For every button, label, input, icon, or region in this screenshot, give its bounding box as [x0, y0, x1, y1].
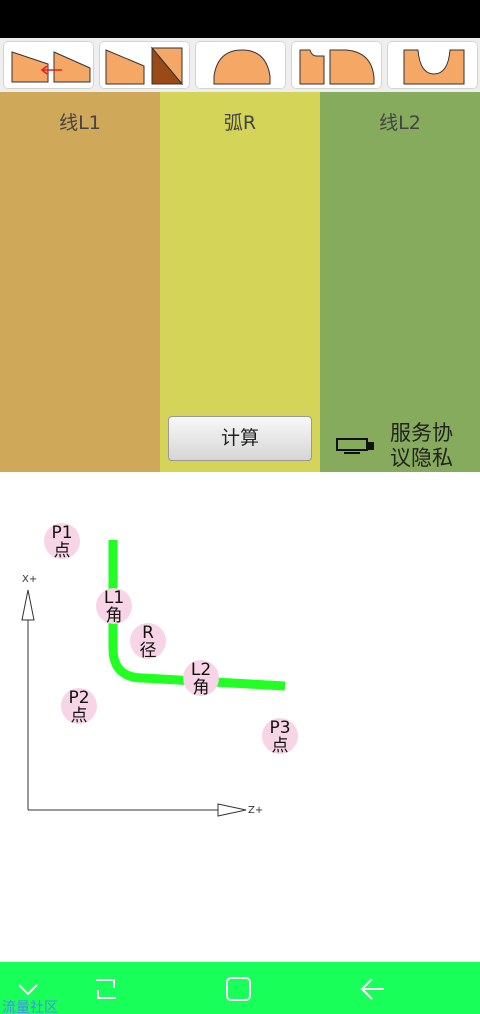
- arc-r-label: 弧R: [223, 112, 257, 134]
- navigation-bar: [0, 962, 480, 1014]
- calculate-button[interactable]: 计算: [168, 416, 312, 461]
- svg-text:径: 径: [140, 641, 157, 661]
- app-screen: 线L1 弧R 线L2 计算 服务协议隐私政策 X+ Z+ P1 点 L1: [0, 0, 480, 1014]
- chamfer-icon: [105, 46, 184, 86]
- status-bar: [0, 0, 480, 38]
- step-round-shape-button[interactable]: [291, 41, 382, 89]
- line-l1-panel[interactable]: 线L1: [0, 92, 160, 472]
- bevel-arrow-icon: [11, 51, 91, 83]
- chamfer-shape-button[interactable]: [99, 41, 190, 89]
- svg-text:P1: P1: [51, 523, 72, 543]
- concave-groove-icon: [403, 49, 465, 85]
- chevron-down-icon[interactable]: [16, 982, 40, 998]
- back-arrow-icon[interactable]: [358, 976, 386, 1002]
- round-arch-shape-button[interactable]: [195, 41, 286, 89]
- z-axis-label: Z+: [248, 805, 263, 816]
- step-round-icon: [299, 49, 375, 85]
- marker-l1: L1 角: [96, 588, 132, 626]
- x-axis-label: X+: [22, 574, 37, 585]
- x-axis-arrow: [21, 589, 35, 621]
- svg-text:L2: L2: [191, 660, 211, 680]
- svg-text:点: 点: [54, 541, 71, 561]
- marker-l2: L2 角: [183, 660, 219, 698]
- watermark-text: 流量社区: [2, 1000, 58, 1014]
- svg-text:点: 点: [71, 706, 88, 726]
- shape-toolbar: [0, 38, 480, 92]
- privacy-policy-link[interactable]: 服务协议隐私政策: [390, 421, 462, 472]
- bevel-shape-button[interactable]: [3, 41, 94, 89]
- svg-text:角: 角: [106, 606, 123, 626]
- arc-r-panel[interactable]: 弧R: [160, 92, 320, 472]
- svg-text:R: R: [142, 623, 154, 643]
- z-axis-arrow: [217, 803, 247, 817]
- round-arch-icon: [213, 49, 271, 85]
- svg-text:P2: P2: [68, 688, 89, 708]
- line-l1-label: 线L1: [59, 112, 101, 134]
- marker-p3: P3 点: [262, 718, 298, 756]
- marker-p1: P1 点: [44, 523, 80, 561]
- projector-icon[interactable]: [336, 436, 376, 456]
- profile-diagram: X+ Z+ P1 点 L1 角 R 径 L2 角 P2 点 P3 点: [0, 472, 480, 962]
- line-l2-panel[interactable]: 线L2: [320, 92, 480, 472]
- recent-apps-icon[interactable]: [92, 976, 120, 1002]
- marker-p2: P2 点: [61, 688, 97, 726]
- marker-r: R 径: [130, 623, 166, 661]
- concave-groove-shape-button[interactable]: [387, 41, 478, 89]
- svg-text:P3: P3: [269, 718, 290, 738]
- line-l2-label: 线L2: [379, 112, 421, 134]
- svg-text:点: 点: [272, 736, 289, 756]
- home-icon[interactable]: [225, 976, 253, 1002]
- svg-text:L1: L1: [104, 588, 124, 608]
- svg-text:角: 角: [193, 678, 210, 698]
